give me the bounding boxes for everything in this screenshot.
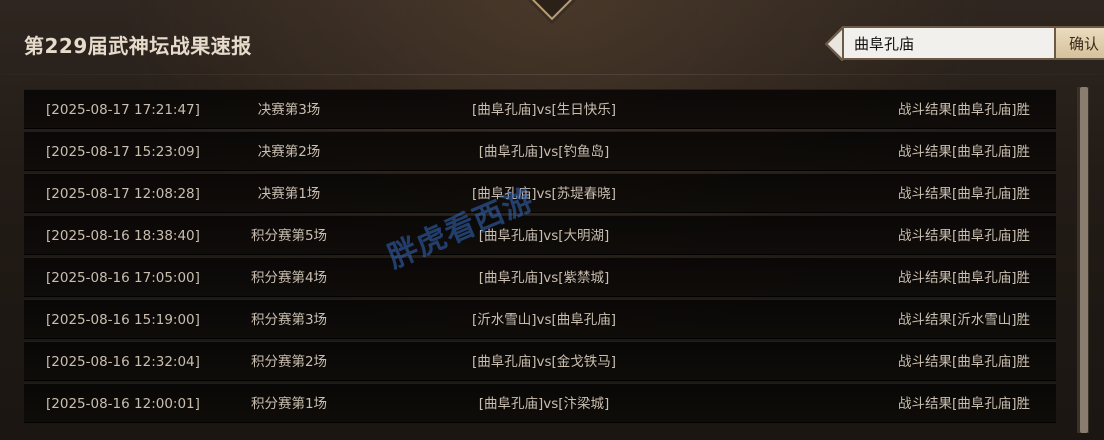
row-match: 积分赛第5场 [250, 228, 328, 244]
row-time: [2025-08-17 15:23:09] [46, 144, 200, 160]
row-match: 决赛第2场 [257, 144, 321, 160]
row-time: [2025-08-16 12:00:01] [46, 396, 200, 412]
row-time: [2025-08-16 12:32:04] [46, 354, 200, 370]
row-match: 积分赛第1场 [250, 396, 328, 412]
row-teams: [曲阜孔庙]vs[钓鱼岛] [478, 144, 610, 160]
row-match: 决赛第1场 [257, 186, 321, 202]
result-row: [2025-08-16 15:19:00] 积分赛第3场 [沂水雪山]vs[曲阜… [24, 299, 1056, 339]
row-teams: [曲阜孔庙]vs[生日快乐] [471, 102, 617, 118]
row-teams: [曲阜孔庙]vs[汴梁城] [478, 396, 610, 412]
result-row: [2025-08-17 12:08:28] 决赛第1场 [曲阜孔庙]vs[苏堤春… [24, 173, 1056, 213]
row-time: [2025-08-16 15:19:00] [46, 312, 200, 328]
row-teams: [曲阜孔庙]vs[苏堤春晓] [471, 186, 617, 202]
result-row: [2025-08-16 18:38:40] 积分赛第5场 [曲阜孔庙]vs[大明… [24, 215, 1056, 255]
result-row: [2025-08-16 17:05:00] 积分赛第4场 [曲阜孔庙]vs[紫禁… [24, 257, 1056, 297]
result-row: [2025-08-17 17:21:47] 决赛第3场 [曲阜孔庙]vs[生日快… [24, 89, 1056, 129]
row-time: [2025-08-16 17:05:00] [46, 270, 200, 286]
row-result: 战斗结果[曲阜孔庙]胜 [897, 102, 1030, 118]
row-match: 积分赛第4场 [250, 270, 328, 286]
header-divider [0, 74, 1104, 75]
page-title: 第229届武神坛战果速报 [24, 34, 252, 58]
row-teams: [沂水雪山]vs[曲阜孔庙] [471, 312, 617, 328]
row-result: 战斗结果[曲阜孔庙]胜 [897, 186, 1030, 202]
row-result: 战斗结果[曲阜孔庙]胜 [897, 144, 1030, 160]
row-result: 战斗结果[沂水雪山]胜 [897, 312, 1030, 328]
result-row: [2025-08-17 15:23:09] 决赛第2场 [曲阜孔庙]vs[钓鱼岛… [24, 131, 1056, 171]
row-time: [2025-08-16 18:38:40] [46, 228, 200, 244]
diamond-ornament-icon [530, 0, 574, 21]
row-match: 决赛第3场 [257, 102, 321, 118]
row-match: 积分赛第2场 [250, 354, 328, 370]
row-time: [2025-08-17 12:08:28] [46, 186, 200, 202]
search-input[interactable] [842, 26, 1058, 60]
result-row: [2025-08-16 12:00:01] 积分赛第1场 [曲阜孔庙]vs[汴梁… [24, 383, 1056, 423]
row-teams: [曲阜孔庙]vs[紫禁城] [478, 270, 610, 286]
row-result: 战斗结果[曲阜孔庙]胜 [897, 354, 1030, 370]
row-time: [2025-08-17 17:21:47] [46, 102, 200, 118]
row-teams: [曲阜孔庙]vs[大明湖] [478, 228, 610, 244]
row-result: 战斗结果[曲阜孔庙]胜 [897, 270, 1030, 286]
scrollbar-thumb[interactable] [1080, 87, 1088, 433]
search-box: 确认 [825, 26, 1104, 61]
row-match: 积分赛第3场 [250, 312, 328, 328]
results-list: [2025-08-17 17:21:47] 决赛第3场 [曲阜孔庙]vs[生日快… [24, 89, 1056, 429]
confirm-button[interactable]: 确认 [1054, 26, 1104, 60]
row-teams: [曲阜孔庙]vs[金戈铁马] [471, 354, 617, 370]
result-row: [2025-08-16 12:32:04] 积分赛第2场 [曲阜孔庙]vs[金戈… [24, 341, 1056, 381]
row-result: 战斗结果[曲阜孔庙]胜 [897, 228, 1030, 244]
row-result: 战斗结果[曲阜孔庙]胜 [897, 396, 1030, 412]
